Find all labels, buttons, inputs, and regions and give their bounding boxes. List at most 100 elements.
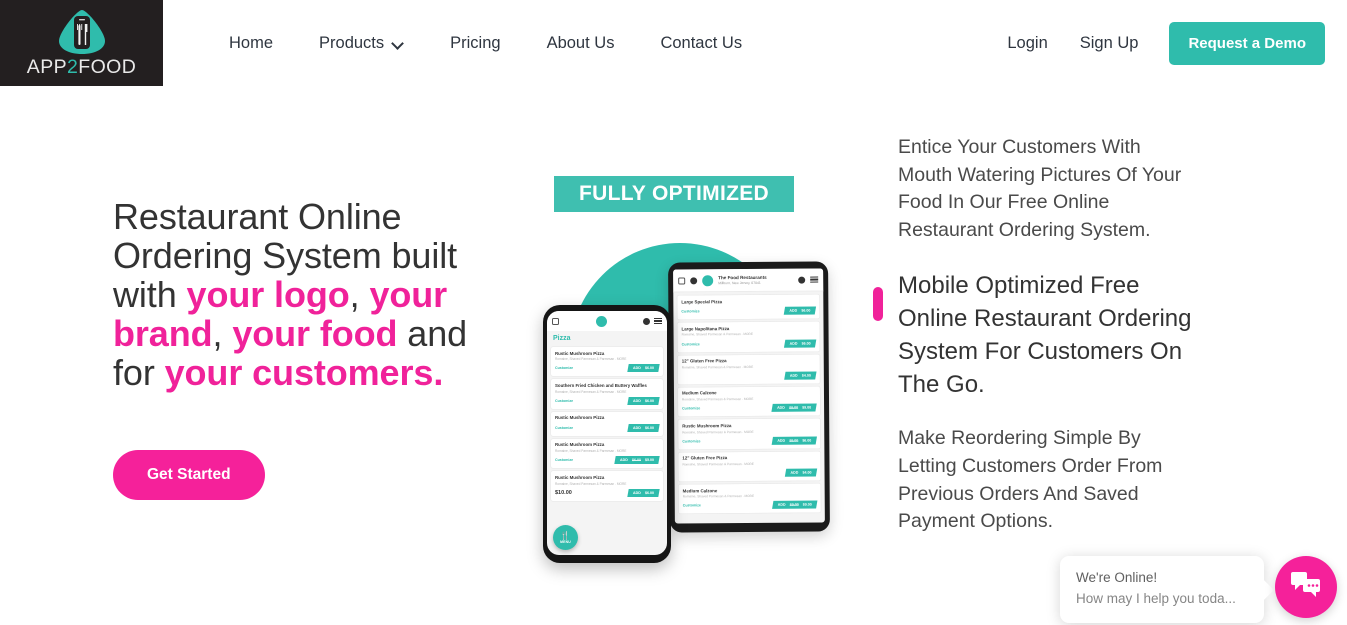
settings-icon[interactable]	[798, 276, 806, 284]
customize-link[interactable]: Customize	[682, 342, 700, 346]
menu-item-card[interactable]: Rustic Mushroom Pizza Romaine, Shaved Pa…	[551, 471, 663, 501]
nav-item-products[interactable]: Products	[296, 34, 427, 53]
menu-item-card[interactable]: Medium Calzone Romaine, Shaved Parmesan …	[677, 386, 821, 417]
item-price: $4.00	[802, 470, 812, 475]
menu-item-card[interactable]: Rustic Mushroom Pizza Romaine, Shaved Pa…	[551, 438, 663, 469]
hero-comma-2: ,	[212, 312, 233, 354]
nav-item-home[interactable]: Home	[206, 34, 296, 53]
chat-bubbles-icon	[1291, 571, 1321, 603]
customize-link[interactable]: Customize	[555, 399, 573, 403]
menu-item-card[interactable]: Medium Calzone Romaine, Shaved Parmesan …	[678, 483, 821, 514]
item-price: $9.00	[802, 405, 812, 410]
logo[interactable]: APP2FOOD	[0, 0, 163, 86]
menu-item-name: Rustic Mushroom Pizza	[555, 350, 605, 356]
hamburger-menu-icon[interactable]	[654, 317, 662, 325]
nav-label-products: Products	[319, 33, 385, 52]
hero-highlight-customers: your customers.	[164, 351, 444, 393]
customize-link[interactable]: Customize	[555, 426, 573, 430]
hero-comma-1: ,	[349, 273, 370, 315]
add-to-cart-button[interactable]: ADD $6.00	[627, 488, 660, 497]
menu-floating-button[interactable]: 🍴 MENU	[553, 525, 578, 550]
menu-item-card[interactable]: Rustic Mushroom Pizza Romaine, Shaved Pa…	[678, 418, 821, 450]
menu-item-card[interactable]: Southern Fried Chicken and Buttery Waffl…	[551, 379, 663, 409]
nav-label-contact-us: Contact Us	[660, 33, 743, 52]
customize-link[interactable]: Customize	[683, 504, 701, 508]
menu-item-name: Rustic Mushroom Pizza	[555, 415, 605, 421]
add-label: ADD	[789, 308, 798, 313]
menu-item-name: Rustic Mushroom Pizza	[555, 474, 605, 480]
menu-item-desc: Romaine, Shaved Parmesan & Parmesan . MO…	[555, 449, 627, 454]
nav-item-pricing[interactable]: Pricing	[427, 34, 523, 53]
restaurant-avatar	[595, 315, 607, 327]
logo-word-part2: FOOD	[78, 56, 137, 79]
hero-highlight-logo: your logo	[186, 273, 350, 315]
item-price: $6.00	[801, 308, 811, 313]
hero-left: Restaurant Online Ordering System built …	[113, 197, 513, 501]
menu-item-name: Large Special Pizza	[681, 298, 723, 304]
nav-item-contact-us[interactable]: Contact Us	[637, 34, 765, 53]
menu-item-desc: Romaine, Shaved Parmesan & Parmesan . MO…	[682, 397, 754, 402]
add-to-cart-button[interactable]: ADD $9.00 $6.00	[771, 436, 817, 445]
add-to-cart-button[interactable]: ADD $6.00	[627, 364, 660, 373]
add-to-cart-button[interactable]: ADD $6.00	[783, 306, 817, 315]
customize-link[interactable]: Customize	[555, 366, 573, 370]
device-illustration: FULLY OPTIMIZED The Food Restaurants Mil…	[525, 165, 830, 585]
menu-item-card[interactable]: Rustic Mushroom Pizza Romaine, Shaved Pa…	[551, 347, 663, 377]
menu-item-card[interactable]: Large Special Pizza Customize ADD $6.00	[677, 294, 820, 320]
chevron-down-icon	[393, 38, 404, 49]
add-to-cart-button[interactable]: ADD $4.00	[785, 468, 818, 477]
chat-greeting-bubble: We're Online! How may I help you toda...	[1060, 556, 1264, 623]
item-price: $6.00	[645, 366, 654, 371]
customize-link[interactable]: Customize	[682, 407, 700, 411]
user-account-icon[interactable]	[690, 276, 698, 284]
login-link[interactable]: Login	[991, 34, 1063, 53]
feature-item-3[interactable]: Make Reordering Simple By Letting Custom…	[873, 425, 1193, 536]
add-to-cart-button[interactable]: ADD $9.00 $9.00	[772, 500, 818, 510]
back-arrow-icon[interactable]	[552, 317, 559, 325]
add-label: ADD	[789, 341, 798, 346]
add-to-cart-button[interactable]: ADD $9.00 $9.00	[771, 403, 817, 413]
add-label: ADD	[633, 425, 641, 430]
add-to-cart-button[interactable]: ADD $6.00	[627, 396, 660, 405]
tablet-app-header: The Food Restaurants Millburn, New Jerse…	[673, 268, 824, 293]
customize-link[interactable]: Customize	[682, 439, 700, 443]
cart-total: $10.00	[555, 489, 572, 496]
hamburger-menu-icon[interactable]	[810, 276, 819, 284]
menu-item-card[interactable]: Large Napolitana Pizza Romaine, Shaved P…	[677, 321, 820, 353]
menu-item-name: Rustic Mushroom Pizza	[555, 442, 605, 448]
settings-icon[interactable]	[643, 317, 650, 325]
item-price: $9.00	[802, 503, 812, 508]
menu-item-card[interactable]: 12" Gluten Free Pizza Romaine, Shaved Pa…	[678, 451, 821, 482]
request-demo-button[interactable]: Request a Demo	[1169, 21, 1325, 65]
item-old-price: $9.00	[789, 406, 799, 411]
add-to-cart-button[interactable]: ADD $6.00 $5.00	[614, 456, 660, 465]
phone-mockup: Pizza Rustic Mushroom Pizza Romaine, Sha…	[543, 305, 671, 563]
menu-item-card[interactable]: Rustic Mushroom Pizza Customize ADD $6.00	[551, 411, 663, 436]
signup-link[interactable]: Sign Up	[1064, 34, 1155, 53]
add-to-cart-button[interactable]: ADD $6.00	[784, 339, 817, 348]
chat-launcher-button[interactable]	[1275, 556, 1337, 618]
menu-item-desc	[681, 305, 815, 306]
feature-item-1[interactable]: Entice Your Customers With Mouth Waterin…	[873, 134, 1193, 245]
nav-label-about-us: About Us	[546, 33, 615, 52]
tablet-mockup: The Food Restaurants Millburn, New Jerse…	[668, 261, 830, 533]
back-arrow-icon[interactable]	[678, 276, 686, 284]
get-started-button[interactable]: Get Started	[113, 450, 265, 501]
menu-item-desc: Romaine, Shaved Parmesan & Parmesan . MO…	[555, 481, 627, 486]
phone-screen: Pizza Rustic Mushroom Pizza Romaine, Sha…	[547, 311, 667, 555]
add-to-cart-button[interactable]: ADD $4.00	[784, 371, 817, 380]
feature-item-2-active[interactable]: Mobile Optimized Free Online Restaurant …	[873, 269, 1193, 401]
customize-link[interactable]: Customize	[681, 310, 699, 314]
menu-item-card[interactable]: 12" Gluten Free Pizza Romaine, Shaved Pa…	[677, 354, 820, 385]
item-old-price: $6.00	[632, 458, 641, 463]
menu-item-name: 12" Gluten Free Pizza	[681, 358, 727, 364]
nav-item-about-us[interactable]: About Us	[524, 34, 638, 53]
add-to-cart-button[interactable]: ADD $6.00	[627, 423, 660, 432]
chat-status-text: We're Online!	[1076, 570, 1158, 585]
item-old-price: $9.00	[789, 438, 799, 443]
menu-item-name: Southern Fried Chicken and Buttery Waffl…	[555, 382, 647, 388]
phone-app-header	[547, 311, 667, 331]
menu-item-name: Medium Calzone	[682, 487, 718, 494]
customize-link[interactable]: Customize	[555, 458, 573, 462]
